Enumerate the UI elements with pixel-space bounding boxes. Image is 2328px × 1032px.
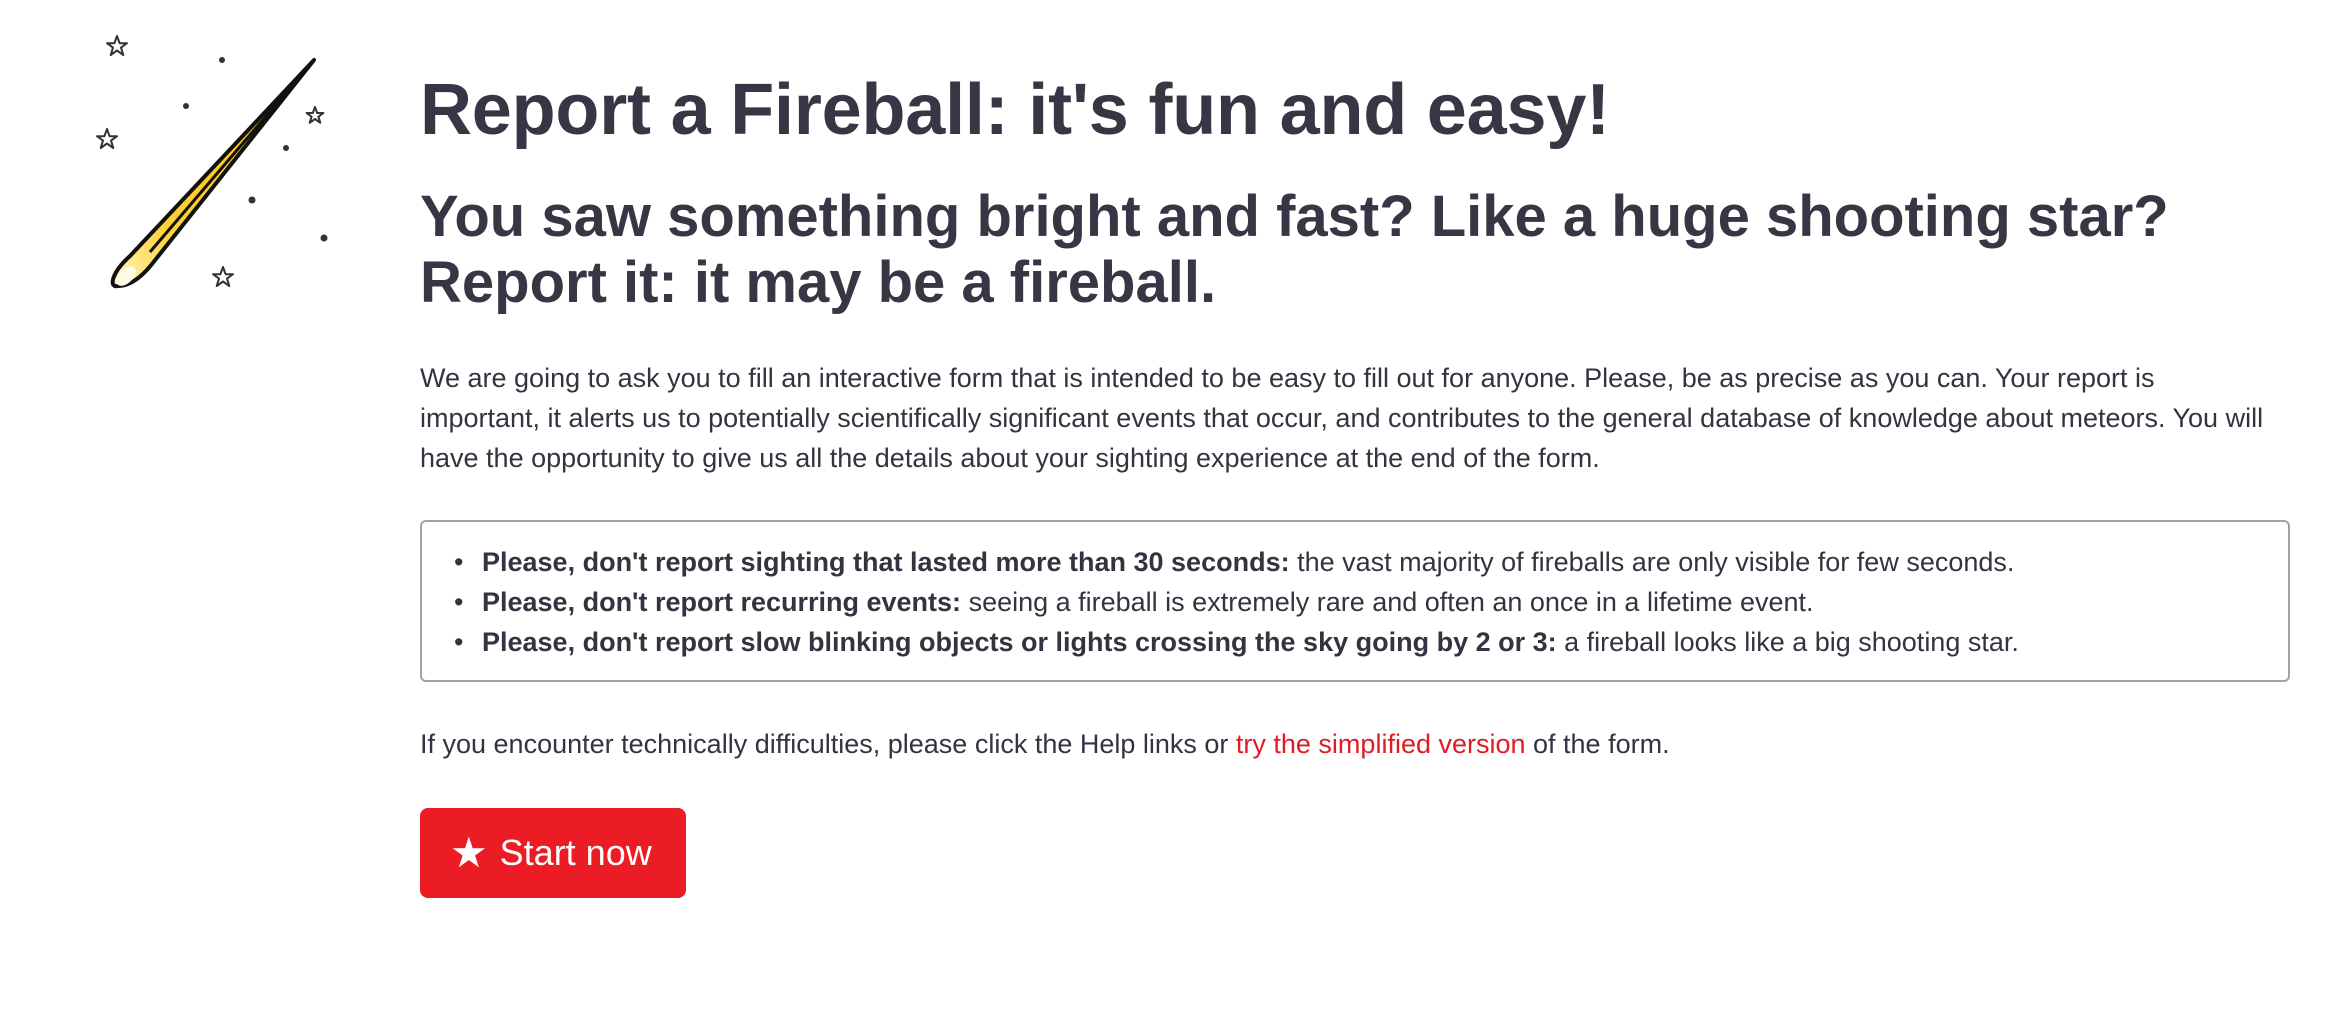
bullet-icon: •: [454, 547, 464, 577]
warnings-list: • Please, don't report sighting that las…: [442, 542, 2268, 662]
bullet-icon: •: [454, 587, 464, 617]
fireball-icon: [96, 35, 328, 289]
warning-text: a fireball looks like a big shooting sta…: [1556, 627, 2019, 657]
star-dot-icon: [320, 234, 328, 242]
simplified-version-link[interactable]: try the simplified version: [1236, 729, 1526, 759]
star-outline-icon: [305, 106, 325, 124]
help-paragraph: If you encounter technically difficultie…: [420, 724, 2290, 764]
warning-text: the vast majority of fireballs are only …: [1289, 547, 2015, 577]
bullet-icon: •: [454, 627, 464, 657]
warning-bold: Please, don't report recurring events:: [482, 587, 962, 617]
fireball-logo: [90, 24, 350, 314]
warning-item: • Please, don't report slow blinking obj…: [442, 622, 2268, 662]
star-dot-icon: [183, 103, 189, 109]
intro-paragraph: We are going to ask you to fill an inter…: [420, 363, 2264, 473]
star-icon: ★: [450, 829, 488, 876]
warning-item: • Please, don't report sighting that las…: [442, 542, 2268, 582]
warning-bold: Please, don't report slow blinking objec…: [482, 627, 1557, 657]
warning-bold: Please, don't report sighting that laste…: [482, 547, 1290, 577]
start-now-button[interactable]: ★ Start now: [420, 808, 686, 898]
star-outline-icon: [212, 266, 234, 287]
warning-item: • Please, don't report recurring events:…: [442, 582, 2268, 622]
warning-text: seeing a fireball is extremely rare and …: [961, 587, 1814, 617]
star-outline-icon: [106, 35, 128, 56]
warnings-box: • Please, don't report sighting that las…: [420, 520, 2290, 682]
page-title: Report a Fireball: it's fun and easy!: [420, 70, 1610, 150]
subtitle-line-1: You saw something bright and fast? Like …: [420, 184, 2169, 249]
main-content: Report a Fireball: it's fun and easy! Yo…: [420, 60, 2290, 898]
start-now-label: Start now: [499, 832, 652, 873]
star-dot-icon: [248, 196, 256, 204]
star-dot-icon: [283, 145, 289, 151]
subtitle-line-2: Report it: it may be a fireball.: [420, 250, 1217, 315]
page-subtitle: You saw something bright and fast? Like …: [420, 184, 2290, 316]
help-text-after: of the form.: [1525, 729, 1670, 759]
help-text-before: If you encounter technically difficultie…: [420, 729, 1236, 759]
star-outline-icon: [96, 128, 118, 149]
star-dot-icon: [219, 57, 225, 63]
